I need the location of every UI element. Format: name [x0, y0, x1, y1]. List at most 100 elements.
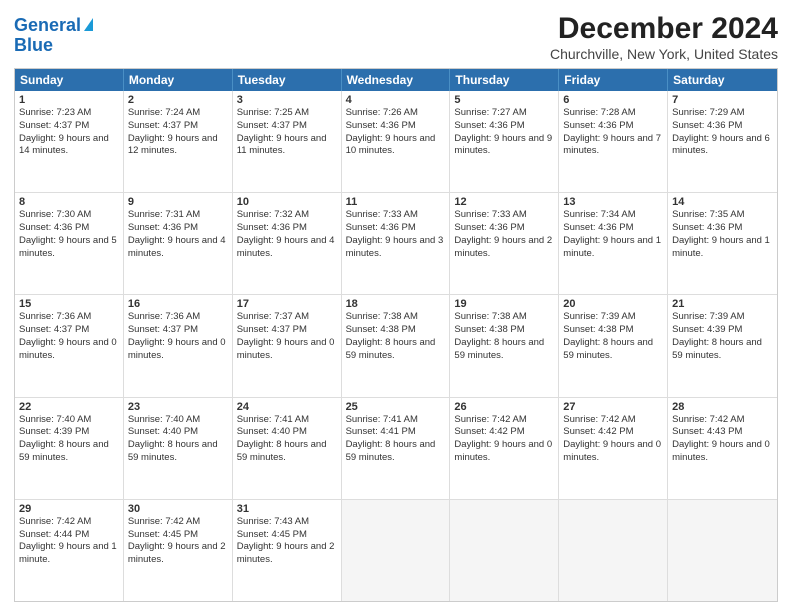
daylight-text: Daylight: 9 hours and 9 minutes. [454, 133, 554, 159]
daylight-text: Daylight: 9 hours and 14 minutes. [19, 133, 119, 159]
day-number: 21 [672, 298, 773, 310]
calendar-cell [559, 500, 668, 601]
calendar-header-cell: Sunday [15, 69, 124, 91]
sunrise-text: Sunrise: 7:39 AM [672, 311, 773, 324]
sunset-text: Sunset: 4:40 PM [237, 426, 337, 439]
sunset-text: Sunset: 4:40 PM [128, 426, 228, 439]
sunrise-text: Sunrise: 7:43 AM [237, 516, 337, 529]
daylight-text: Daylight: 9 hours and 4 minutes. [128, 235, 228, 261]
calendar-cell: 19Sunrise: 7:38 AMSunset: 4:38 PMDayligh… [450, 295, 559, 396]
calendar-cell [450, 500, 559, 601]
day-number: 25 [346, 401, 446, 413]
day-number: 27 [563, 401, 663, 413]
daylight-text: Daylight: 9 hours and 1 minute. [563, 235, 663, 261]
day-number: 20 [563, 298, 663, 310]
calendar-week-row: 29Sunrise: 7:42 AMSunset: 4:44 PMDayligh… [15, 500, 777, 601]
day-number: 13 [563, 196, 663, 208]
sunset-text: Sunset: 4:36 PM [346, 120, 446, 133]
day-number: 29 [19, 503, 119, 515]
calendar-cell: 30Sunrise: 7:42 AMSunset: 4:45 PMDayligh… [124, 500, 233, 601]
calendar-cell: 16Sunrise: 7:36 AMSunset: 4:37 PMDayligh… [124, 295, 233, 396]
sunset-text: Sunset: 4:36 PM [563, 120, 663, 133]
sunset-text: Sunset: 4:42 PM [563, 426, 663, 439]
sunrise-text: Sunrise: 7:37 AM [237, 311, 337, 324]
calendar-cell: 18Sunrise: 7:38 AMSunset: 4:38 PMDayligh… [342, 295, 451, 396]
sunrise-text: Sunrise: 7:38 AM [346, 311, 446, 324]
sunset-text: Sunset: 4:37 PM [19, 120, 119, 133]
calendar-cell: 12Sunrise: 7:33 AMSunset: 4:36 PMDayligh… [450, 193, 559, 294]
day-number: 2 [128, 94, 228, 106]
daylight-text: Daylight: 8 hours and 59 minutes. [563, 337, 663, 363]
calendar-cell: 3Sunrise: 7:25 AMSunset: 4:37 PMDaylight… [233, 91, 342, 192]
main-title: December 2024 [550, 12, 778, 46]
sunset-text: Sunset: 4:43 PM [672, 426, 773, 439]
sunset-text: Sunset: 4:38 PM [346, 324, 446, 337]
daylight-text: Daylight: 9 hours and 6 minutes. [672, 133, 773, 159]
day-number: 26 [454, 401, 554, 413]
day-number: 30 [128, 503, 228, 515]
sunset-text: Sunset: 4:37 PM [19, 324, 119, 337]
sunrise-text: Sunrise: 7:31 AM [128, 209, 228, 222]
daylight-text: Daylight: 9 hours and 0 minutes. [128, 337, 228, 363]
sunrise-text: Sunrise: 7:26 AM [346, 107, 446, 120]
daylight-text: Daylight: 8 hours and 59 minutes. [237, 439, 337, 465]
sunrise-text: Sunrise: 7:42 AM [19, 516, 119, 529]
calendar-cell: 24Sunrise: 7:41 AMSunset: 4:40 PMDayligh… [233, 398, 342, 499]
calendar-cell: 11Sunrise: 7:33 AMSunset: 4:36 PMDayligh… [342, 193, 451, 294]
calendar-header-cell: Wednesday [342, 69, 451, 91]
sunset-text: Sunset: 4:36 PM [672, 222, 773, 235]
calendar: SundayMondayTuesdayWednesdayThursdayFrid… [14, 68, 778, 602]
daylight-text: Daylight: 9 hours and 12 minutes. [128, 133, 228, 159]
calendar-header-cell: Tuesday [233, 69, 342, 91]
day-number: 5 [454, 94, 554, 106]
day-number: 12 [454, 196, 554, 208]
calendar-header-cell: Monday [124, 69, 233, 91]
daylight-text: Daylight: 9 hours and 3 minutes. [346, 235, 446, 261]
daylight-text: Daylight: 8 hours and 59 minutes. [128, 439, 228, 465]
sunset-text: Sunset: 4:36 PM [346, 222, 446, 235]
sunset-text: Sunset: 4:39 PM [19, 426, 119, 439]
day-number: 14 [672, 196, 773, 208]
sunrise-text: Sunrise: 7:33 AM [346, 209, 446, 222]
sunrise-text: Sunrise: 7:38 AM [454, 311, 554, 324]
sunrise-text: Sunrise: 7:24 AM [128, 107, 228, 120]
calendar-header-cell: Saturday [668, 69, 777, 91]
sunset-text: Sunset: 4:37 PM [128, 120, 228, 133]
day-number: 8 [19, 196, 119, 208]
day-number: 10 [237, 196, 337, 208]
day-number: 3 [237, 94, 337, 106]
daylight-text: Daylight: 9 hours and 4 minutes. [237, 235, 337, 261]
calendar-cell: 20Sunrise: 7:39 AMSunset: 4:38 PMDayligh… [559, 295, 668, 396]
sunset-text: Sunset: 4:36 PM [454, 120, 554, 133]
calendar-cell: 14Sunrise: 7:35 AMSunset: 4:36 PMDayligh… [668, 193, 777, 294]
sunset-text: Sunset: 4:36 PM [237, 222, 337, 235]
calendar-cell: 31Sunrise: 7:43 AMSunset: 4:45 PMDayligh… [233, 500, 342, 601]
sunset-text: Sunset: 4:36 PM [454, 222, 554, 235]
daylight-text: Daylight: 8 hours and 59 minutes. [346, 337, 446, 363]
header: General Blue December 2024 Churchville, … [14, 12, 778, 62]
calendar-cell: 2Sunrise: 7:24 AMSunset: 4:37 PMDaylight… [124, 91, 233, 192]
daylight-text: Daylight: 9 hours and 2 minutes. [128, 541, 228, 567]
sunrise-text: Sunrise: 7:27 AM [454, 107, 554, 120]
day-number: 22 [19, 401, 119, 413]
sunrise-text: Sunrise: 7:28 AM [563, 107, 663, 120]
calendar-cell: 7Sunrise: 7:29 AMSunset: 4:36 PMDaylight… [668, 91, 777, 192]
calendar-cell: 1Sunrise: 7:23 AMSunset: 4:37 PMDaylight… [15, 91, 124, 192]
daylight-text: Daylight: 9 hours and 5 minutes. [19, 235, 119, 261]
calendar-header-cell: Thursday [450, 69, 559, 91]
sunrise-text: Sunrise: 7:42 AM [563, 414, 663, 427]
day-number: 15 [19, 298, 119, 310]
calendar-cell: 28Sunrise: 7:42 AMSunset: 4:43 PMDayligh… [668, 398, 777, 499]
sunset-text: Sunset: 4:38 PM [563, 324, 663, 337]
sunset-text: Sunset: 4:39 PM [672, 324, 773, 337]
daylight-text: Daylight: 8 hours and 59 minutes. [346, 439, 446, 465]
sunrise-text: Sunrise: 7:35 AM [672, 209, 773, 222]
sunrise-text: Sunrise: 7:23 AM [19, 107, 119, 120]
daylight-text: Daylight: 8 hours and 59 minutes. [19, 439, 119, 465]
day-number: 31 [237, 503, 337, 515]
sunset-text: Sunset: 4:37 PM [237, 324, 337, 337]
day-number: 9 [128, 196, 228, 208]
calendar-week-row: 1Sunrise: 7:23 AMSunset: 4:37 PMDaylight… [15, 91, 777, 193]
calendar-cell [668, 500, 777, 601]
daylight-text: Daylight: 9 hours and 0 minutes. [19, 337, 119, 363]
